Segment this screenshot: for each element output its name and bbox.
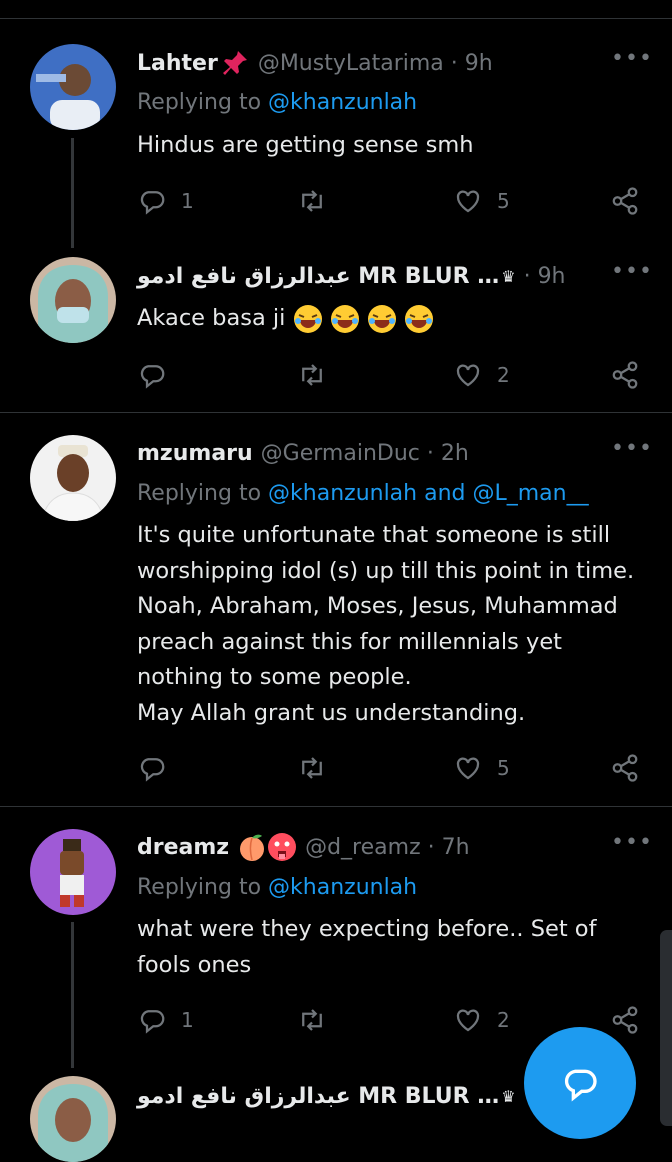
avatar[interactable] [30,435,116,521]
compose-reply-icon [564,1069,597,1102]
replying-to: Replying to @khanzunlah [137,875,418,900]
display-name[interactable]: mzumaru [137,441,253,466]
avatar[interactable] [30,829,116,915]
share-icon [612,187,638,215]
avatar[interactable] [30,257,116,343]
thread-line [71,922,74,1068]
retweet-button[interactable] [297,752,327,784]
tweet-text: Hindus are getting sense smh [137,132,474,158]
more-icon[interactable]: ••• [611,261,652,295]
heart-icon [456,757,480,780]
display-name[interactable]: عبدالرزاق نافع ادمو MR BLUR … [137,264,499,289]
tweet-text: what were they expecting before.. Set of… [137,916,597,978]
mention-link[interactable]: @khanzunlah and @L_man__ [268,481,589,506]
like-button[interactable]: 2 [453,359,510,391]
heart-icon [456,1009,480,1032]
crown-emoji-icon: ♛ [501,266,516,286]
retweet-icon [302,1009,322,1031]
reply-icon [140,1010,165,1034]
top-divider [0,18,672,19]
tweet-text: Akace basa ji [137,301,657,337]
tweet-divider [0,806,672,807]
reply-button[interactable]: 1 [137,185,194,217]
retweet-button[interactable] [297,185,327,217]
tweet-divider [0,412,672,413]
handle-time[interactable]: @d_reamz · 7h [305,835,469,860]
display-name[interactable]: dreamz [137,835,229,860]
tweet-header: Lahter @MustyLatarima · 9h [137,48,493,78]
mention-link[interactable]: @khanzunlah [268,875,417,900]
retweet-button[interactable] [297,1004,327,1036]
retweet-button[interactable] [297,359,327,391]
share-icon [612,361,638,389]
reply-button[interactable] [137,752,167,784]
share-button[interactable] [610,752,640,784]
display-name[interactable]: Lahter [137,51,218,76]
retweet-icon [302,757,322,779]
compose-reply-button[interactable] [524,1027,636,1139]
tweet-header: عبدالرزاق نافع ادمو MR BLUR … ♛ · 9h [137,261,566,291]
like-button[interactable]: 5 [453,185,510,217]
share-icon [612,1006,638,1034]
handle-time[interactable]: @MustyLatarima · 9h [258,51,493,76]
replying-to: Replying to @khanzunlah and @L_man__ [137,481,589,506]
hot-face-emoji-icon [267,832,297,862]
share-icon [612,754,638,782]
heart-icon [456,364,480,387]
handle-time[interactable]: @GermainDuc · 2h [261,441,469,466]
more-icon[interactable]: ••• [611,48,652,82]
more-icon[interactable]: ••• [611,832,652,866]
laughing-emoji-icons [293,304,434,333]
peach-emoji-icon [237,832,267,862]
display-name[interactable]: عبدالرزاق نافع ادمو MR BLUR … [137,1084,499,1109]
more-icon[interactable]: ••• [611,438,652,472]
reply-button[interactable] [137,359,167,391]
avatar[interactable] [30,44,116,130]
like-button[interactable]: 2 [453,1004,510,1036]
share-button[interactable] [610,185,640,217]
heart-icon [456,190,480,213]
tweet-header: mzumaru @GermainDuc · 2h [137,438,469,468]
retweet-icon [302,364,322,386]
retweet-icon [302,190,322,212]
handle-time[interactable]: · 9h [524,264,566,289]
reply-button[interactable]: 1 [137,1004,194,1036]
tweet-header: dreamz @d_reamz · 7h [137,832,470,862]
avatar[interactable] [30,1076,116,1162]
tweet-text: It's quite unfortunate that someone is s… [137,522,635,726]
like-button[interactable]: 5 [453,752,510,784]
tweet-header: عبدالرزاق نافع ادمو MR BLUR … ♛ [137,1081,516,1111]
mention-link[interactable]: @khanzunlah [268,90,417,115]
share-button[interactable] [610,359,640,391]
reply-icon [140,365,165,389]
scroll-edge [660,930,672,1126]
pin-emoji-icon [220,48,250,78]
crown-emoji-icon: ♛ [501,1086,516,1106]
reply-icon [140,758,165,782]
replying-to: Replying to @khanzunlah [137,90,418,115]
thread-line [71,138,74,248]
reply-icon [140,191,165,215]
share-button[interactable] [610,1004,640,1036]
